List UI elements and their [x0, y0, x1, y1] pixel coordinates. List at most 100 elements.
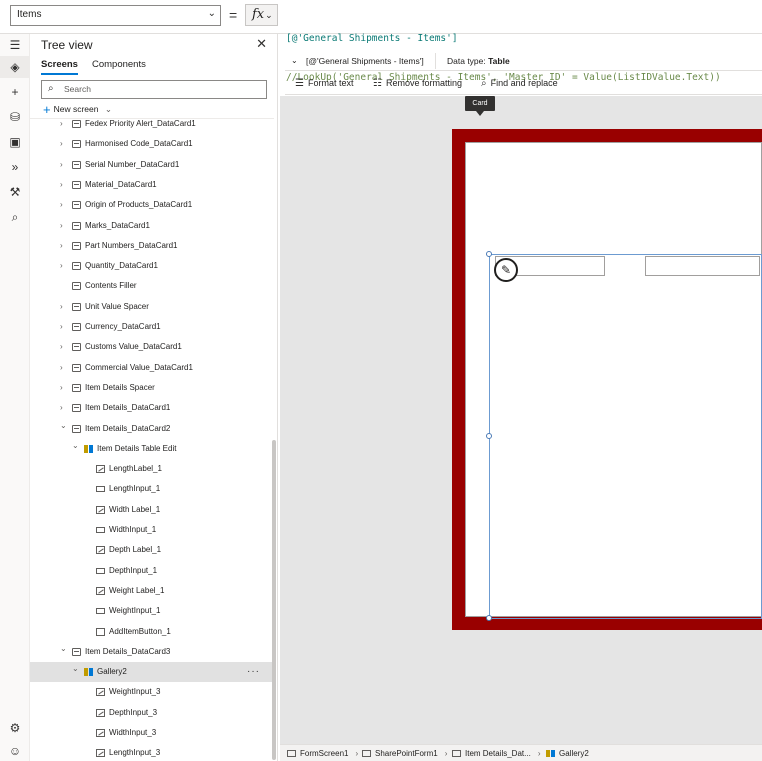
gallery-text-input[interactable]: [645, 256, 760, 276]
find-replace-button[interactable]: ⌕ Find and replace: [481, 72, 558, 95]
tree-item-label: Currency_DataCard1: [85, 322, 161, 331]
chevron-right-icon[interactable]: ›: [60, 175, 63, 195]
chevron-down-icon[interactable]: ⌄: [72, 436, 79, 456]
tree-item[interactable]: › Harmonised Code_DataCard1: [30, 134, 274, 154]
chevron-right-icon[interactable]: ›: [60, 134, 63, 154]
tree-item[interactable]: WeightInput_1: [30, 601, 274, 621]
advanced-tools-icon[interactable]: ⚒: [0, 181, 30, 203]
tree-item[interactable]: › Unit Value Spacer: [30, 297, 274, 317]
gallery-icon: [84, 444, 93, 453]
card-icon: [72, 343, 81, 352]
tree-item[interactable]: DepthInput_1: [30, 561, 274, 581]
tree-item[interactable]: ⌄ Item Details_DataCard2: [30, 419, 274, 439]
tree-item-label: LengthInput_3: [109, 748, 161, 758]
hamburger-menu-icon[interactable]: ☰: [0, 34, 30, 56]
tree-item[interactable]: ⌄ Gallery2 ···: [30, 659, 274, 683]
breadcrumb-sharepointform[interactable]: SharePointForm1 ›: [362, 745, 447, 761]
tree-item[interactable]: › Currency_DataCard1: [30, 317, 274, 337]
breadcrumb-label: SharePointForm1: [375, 749, 438, 758]
tree-item-label: Item Details_DataCard1: [85, 403, 171, 413]
breadcrumb-formscreen[interactable]: FormScreen1 ›: [287, 745, 358, 761]
chevron-right-icon[interactable]: ›: [60, 195, 63, 215]
chevron-down-icon[interactable]: ⌄: [60, 639, 67, 659]
tree-item-label: WeightInput_1: [109, 606, 161, 616]
chevron-down-icon[interactable]: ⌄: [60, 416, 67, 436]
tree-view-panel: Tree view ✕ Screens Components ⌕ Search …: [30, 34, 278, 761]
power-apps-studio: Items ⌄ = fx⌄ [@'General Shipments - Ite…: [0, 0, 762, 761]
gallery-selection[interactable]: [489, 254, 762, 619]
resize-handle[interactable]: [486, 251, 492, 257]
label-icon: [96, 586, 105, 595]
label-icon: [96, 465, 105, 474]
tree-item[interactable]: › Part Numbers_DataCard1: [30, 236, 274, 256]
card-icon: [72, 140, 81, 149]
tree-item[interactable]: Contents Filler: [30, 276, 274, 296]
tab-screens[interactable]: Screens: [41, 59, 78, 75]
tree-item[interactable]: WidthInput_1: [30, 520, 274, 540]
tab-components[interactable]: Components: [92, 59, 146, 75]
chevron-right-icon[interactable]: ›: [60, 155, 63, 175]
tree-item[interactable]: › Customs Value_DataCard1: [30, 337, 274, 357]
tree-item[interactable]: › Serial Number_DataCard1: [30, 155, 274, 175]
settings-gear-icon[interactable]: ⚙: [0, 717, 30, 739]
tree-item-label: Serial Number_DataCard1: [85, 159, 180, 169]
tree-item[interactable]: Depth Label_1: [30, 540, 274, 560]
search-placeholder: Search: [64, 84, 91, 94]
pencil-edit-icon[interactable]: ✎: [494, 258, 518, 282]
chevron-right-icon[interactable]: ›: [60, 256, 63, 276]
breadcrumb-datacard[interactable]: Item Details_Dat... ›: [452, 745, 540, 761]
chevron-right-icon[interactable]: ›: [60, 236, 63, 256]
more-options-icon[interactable]: ···: [247, 662, 260, 682]
tree-item[interactable]: › Fedex Priority Alert_DataCard1: [30, 119, 274, 134]
tree-item[interactable]: › Origin of Products_DataCard1: [30, 195, 274, 215]
tree-item[interactable]: ⌄ Item Details_DataCard3: [30, 642, 274, 662]
chevron-right-icon[interactable]: ›: [60, 378, 63, 398]
tree-item[interactable]: › Commercial Value_DataCard1: [30, 358, 274, 378]
tree-item[interactable]: WeightInput_3: [30, 682, 274, 702]
virtual-agent-icon[interactable]: ☺: [0, 740, 30, 761]
fx-button[interactable]: fx⌄: [245, 4, 278, 26]
card-icon: [72, 262, 81, 271]
search-icon[interactable]: ⌕: [0, 206, 30, 228]
chevron-right-icon[interactable]: ›: [60, 297, 63, 317]
property-dropdown[interactable]: Items ⌄: [10, 5, 221, 26]
tree-item[interactable]: Weight Label_1: [30, 581, 274, 601]
tree-scrollbar[interactable]: [272, 440, 276, 760]
equals-sign: =: [229, 7, 238, 23]
tree-item[interactable]: DepthInput_3: [30, 703, 274, 723]
close-icon[interactable]: ✕: [256, 36, 267, 52]
tree-item[interactable]: LengthInput_1: [30, 479, 274, 499]
tree-item[interactable]: WidthInput_3: [30, 723, 274, 743]
tree-item[interactable]: LengthLabel_1: [30, 459, 274, 479]
tree-item[interactable]: LengthInput_3: [30, 743, 274, 761]
chevron-right-icon[interactable]: ›: [60, 337, 63, 357]
chevron-down-icon[interactable]: ⌄: [72, 659, 79, 679]
data-icon[interactable]: ⛁: [0, 106, 30, 128]
tree-item[interactable]: › Quantity_DataCard1: [30, 256, 274, 276]
tree-view-icon[interactable]: ◈: [0, 56, 30, 78]
power-automate-icon[interactable]: »: [0, 156, 30, 178]
chevron-right-icon[interactable]: ›: [60, 317, 63, 337]
resize-handle[interactable]: [486, 615, 492, 621]
tree-item[interactable]: › Material_DataCard1: [30, 175, 274, 195]
resize-handle[interactable]: [486, 433, 492, 439]
tree-search-input[interactable]: ⌕ Search: [41, 80, 267, 99]
media-icon[interactable]: ▣: [0, 131, 30, 153]
chevron-right-icon[interactable]: ›: [60, 216, 63, 236]
tree-item[interactable]: Width Label_1: [30, 500, 274, 520]
tree-item[interactable]: ⌄ Item Details Table Edit: [30, 439, 274, 459]
label-icon: [96, 546, 105, 555]
insert-plus-icon[interactable]: +: [0, 81, 30, 103]
new-screen-label: New screen: [53, 104, 99, 114]
tree-item[interactable]: › Item Details Spacer: [30, 378, 274, 398]
tree-item-label: LengthLabel_1: [109, 464, 162, 474]
chevron-right-icon[interactable]: ›: [60, 119, 63, 134]
new-screen-button[interactable]: + New screen ⌄: [43, 102, 112, 117]
breadcrumb-gallery[interactable]: Gallery2: [546, 745, 589, 761]
chevron-right-icon[interactable]: ›: [60, 358, 63, 378]
chevron-down-icon[interactable]: ⌄: [291, 51, 298, 71]
tree-item[interactable]: › Marks_DataCard1: [30, 216, 274, 236]
card-icon: [452, 750, 461, 757]
format-text-button[interactable]: ☰ Format text: [295, 72, 353, 95]
remove-formatting-button[interactable]: ☷ Remove formatting: [373, 72, 462, 95]
